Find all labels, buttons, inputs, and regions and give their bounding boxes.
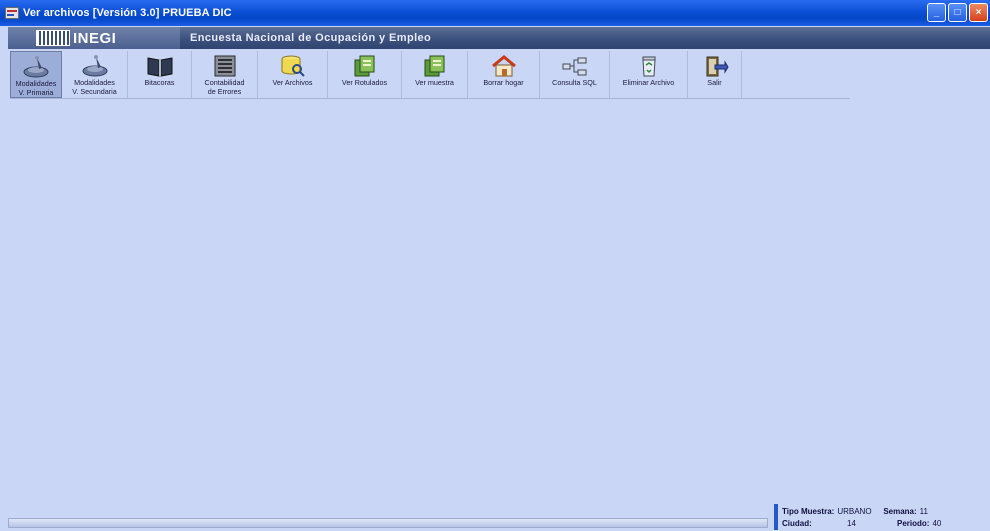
periodo-value: 40 [932, 518, 942, 528]
tool-label-line1: Eliminar Archivo [622, 78, 675, 87]
tipo-muestra-value: URBANO [837, 506, 872, 516]
tool-label-line1: Ver Archivos [272, 78, 313, 87]
borrar-hogar-button[interactable]: Borrar hogar [468, 51, 540, 98]
tool-label-line1: Consulta SQL [552, 78, 597, 87]
modalidades-primaria-button[interactable]: Modalidades V. Primaria [10, 51, 62, 98]
tool-label-line2: V. Primaria [18, 88, 54, 97]
close-button[interactable]: × [969, 3, 988, 22]
tool-label-line1: Ver muestra [415, 78, 454, 87]
status-panel [8, 518, 768, 528]
semana-label: Semana: [883, 506, 917, 516]
network-icon [560, 54, 590, 78]
ciudad-value: 14 [847, 518, 856, 528]
bitacoras-button[interactable]: Bitacoras [128, 51, 192, 98]
files-icon [350, 54, 380, 78]
inegi-logo: INEGI [8, 27, 180, 49]
modalidades-secundaria-button[interactable]: Modalidades V. Secundaria [62, 51, 128, 98]
logo-text: INEGI [73, 29, 117, 47]
recycle-bin-icon [634, 54, 664, 78]
database-search-icon [278, 54, 308, 78]
exit-door-icon [700, 54, 730, 78]
header-banner: INEGI Encuesta Nacional de Ocupación y E… [8, 27, 990, 49]
consulta-sql-button[interactable]: Consulta SQL [540, 51, 610, 98]
files-icon [420, 54, 450, 78]
ver-muestra-button[interactable]: Ver muestra [402, 51, 468, 98]
dish-icon [80, 54, 110, 78]
status-grip [774, 504, 778, 530]
status-bar: Tipo Muestra: URBANO Semana: 11 Ciudad: … [0, 503, 990, 531]
minimize-button[interactable]: _ [927, 3, 946, 22]
dish-icon [21, 55, 51, 79]
window-controls: _ □ × [927, 3, 988, 22]
tipo-muestra-label: Tipo Muestra: [782, 506, 835, 516]
contabilidad-errores-button[interactable]: Contabilidad de Errores [192, 51, 258, 98]
ver-archivos-button[interactable]: Ver Archivos [258, 51, 328, 98]
periodo-label: Periodo: [897, 518, 930, 528]
tool-label-line2: de Errores [207, 87, 242, 96]
ciudad-label: Ciudad: [782, 518, 812, 528]
survey-title: Encuesta Nacional de Ocupación y Empleo [190, 32, 432, 44]
house-icon [489, 54, 519, 78]
ledger-icon [210, 54, 240, 78]
salir-button[interactable]: Salir [688, 51, 742, 98]
window-title: Ver archivos [Versión 3.0] PRUEBA DIC [23, 7, 232, 19]
tool-label-line1: Modalidades [74, 78, 115, 87]
main-toolbar: Modalidades V. Primaria Modalidades V. S… [10, 51, 850, 99]
tool-label-line1: Salir [707, 78, 722, 87]
ver-rotulados-button[interactable]: Ver Rotulados [328, 51, 402, 98]
semana-value: 11 [919, 506, 928, 516]
maximize-button[interactable]: □ [948, 3, 967, 22]
title-bar: Ver archivos [Versión 3.0] PRUEBA DIC _ … [0, 0, 990, 26]
tool-label-line2: V. Secundaria [72, 87, 117, 96]
app-icon [5, 7, 19, 19]
tool-label-line1: Modalidades [15, 79, 57, 88]
status-info: Tipo Muestra: URBANO Semana: 11 Ciudad: … [782, 505, 941, 529]
eliminar-archivo-button[interactable]: Eliminar Archivo [610, 51, 688, 98]
tool-label-line1: Borrar hogar [483, 78, 524, 87]
tool-label-line1: Contabilidad [204, 78, 245, 87]
book-icon [145, 54, 175, 78]
tool-label-line1: Bitacoras [144, 78, 175, 87]
logo-mark-icon [36, 30, 70, 46]
tool-label-line1: Ver Rotulados [341, 78, 388, 87]
